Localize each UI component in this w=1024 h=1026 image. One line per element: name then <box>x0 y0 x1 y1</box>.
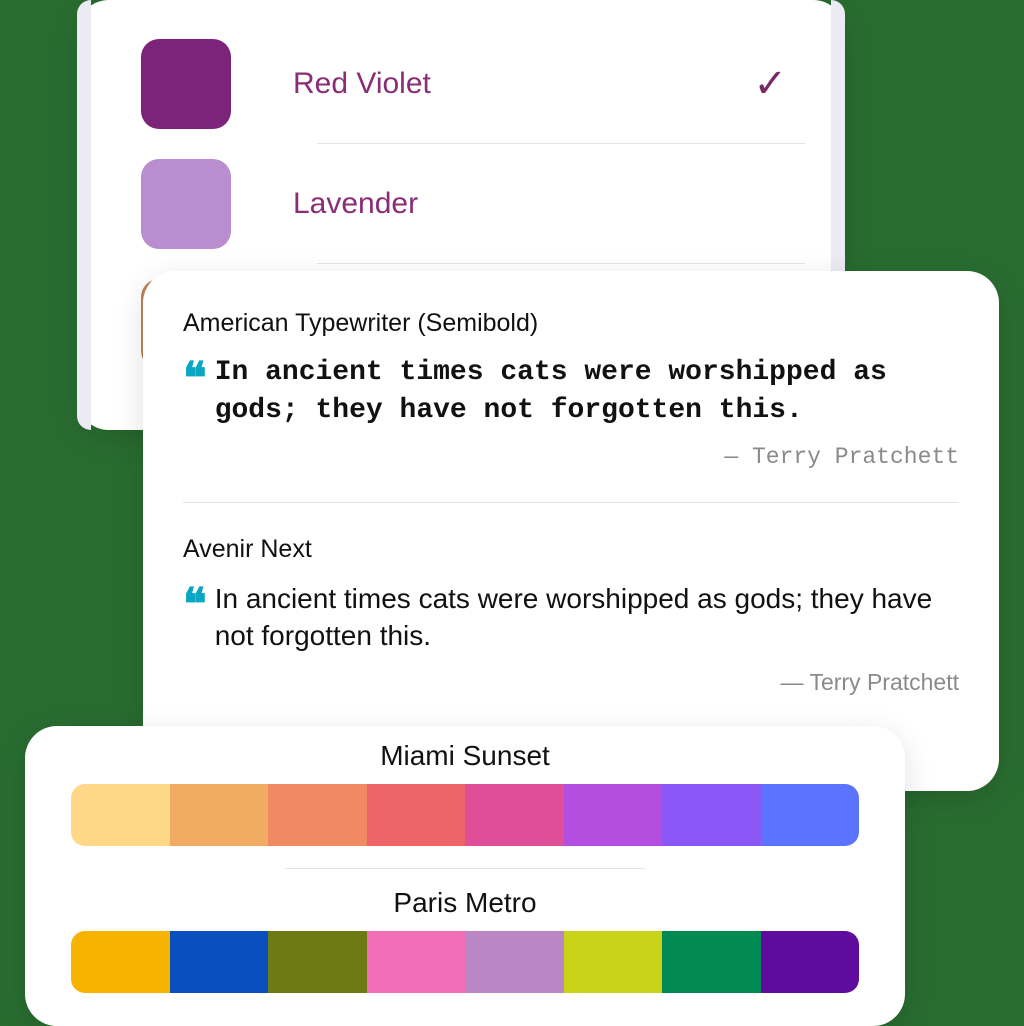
palette-segment <box>761 931 860 993</box>
font-name-label: Avenir Next <box>183 535 959 564</box>
quote-attribution: — Terry Pratchett <box>183 444 959 470</box>
palette-picker-card: Miami Sunset Paris Metro <box>25 726 905 1026</box>
color-swatch <box>141 39 231 129</box>
palette-option-miami-sunset[interactable]: Miami Sunset <box>71 740 859 846</box>
palette-strip <box>71 784 859 846</box>
palette-segment <box>170 784 269 846</box>
color-label: Red Violet <box>293 67 753 101</box>
palette-segment <box>71 784 170 846</box>
palette-segment <box>268 784 367 846</box>
quote-icon: ❝ <box>183 592 201 618</box>
palette-name-label: Miami Sunset <box>71 740 859 772</box>
check-icon: ✓ <box>753 61 787 107</box>
color-option-red-violet[interactable]: Red Violet ✓ <box>77 24 845 144</box>
palette-segment <box>761 784 860 846</box>
palette-segment <box>367 784 466 846</box>
quote-icon: ❝ <box>183 366 201 392</box>
row-divider <box>285 868 645 869</box>
font-option-avenir-next[interactable]: Avenir Next ❝ In ancient times cats were… <box>183 527 959 721</box>
palette-segment <box>367 931 466 993</box>
color-label: Lavender <box>293 187 805 221</box>
font-option-american-typewriter[interactable]: American Typewriter (Semibold) ❝ In anci… <box>183 301 959 494</box>
font-name-label: American Typewriter (Semibold) <box>183 309 959 338</box>
palette-segment <box>465 784 564 846</box>
palette-strip <box>71 931 859 993</box>
palette-segment <box>170 931 269 993</box>
color-swatch <box>141 159 231 249</box>
font-picker-card: American Typewriter (Semibold) ❝ In anci… <box>143 271 999 791</box>
quote-attribution: — Terry Pratchett <box>183 669 959 696</box>
color-option-lavender[interactable]: Lavender <box>77 144 845 264</box>
palette-segment <box>268 931 367 993</box>
palette-segment <box>662 931 761 993</box>
row-divider <box>183 502 959 503</box>
palette-segment <box>465 931 564 993</box>
palette-name-label: Paris Metro <box>71 887 859 919</box>
font-sample-text: In ancient times cats were worshipped as… <box>215 354 959 430</box>
font-sample-text: In ancient times cats were worshipped as… <box>215 580 959 656</box>
palette-segment <box>564 784 663 846</box>
palette-segment <box>564 931 663 993</box>
palette-option-paris-metro[interactable]: Paris Metro <box>71 887 859 993</box>
palette-segment <box>662 784 761 846</box>
palette-segment <box>71 931 170 993</box>
